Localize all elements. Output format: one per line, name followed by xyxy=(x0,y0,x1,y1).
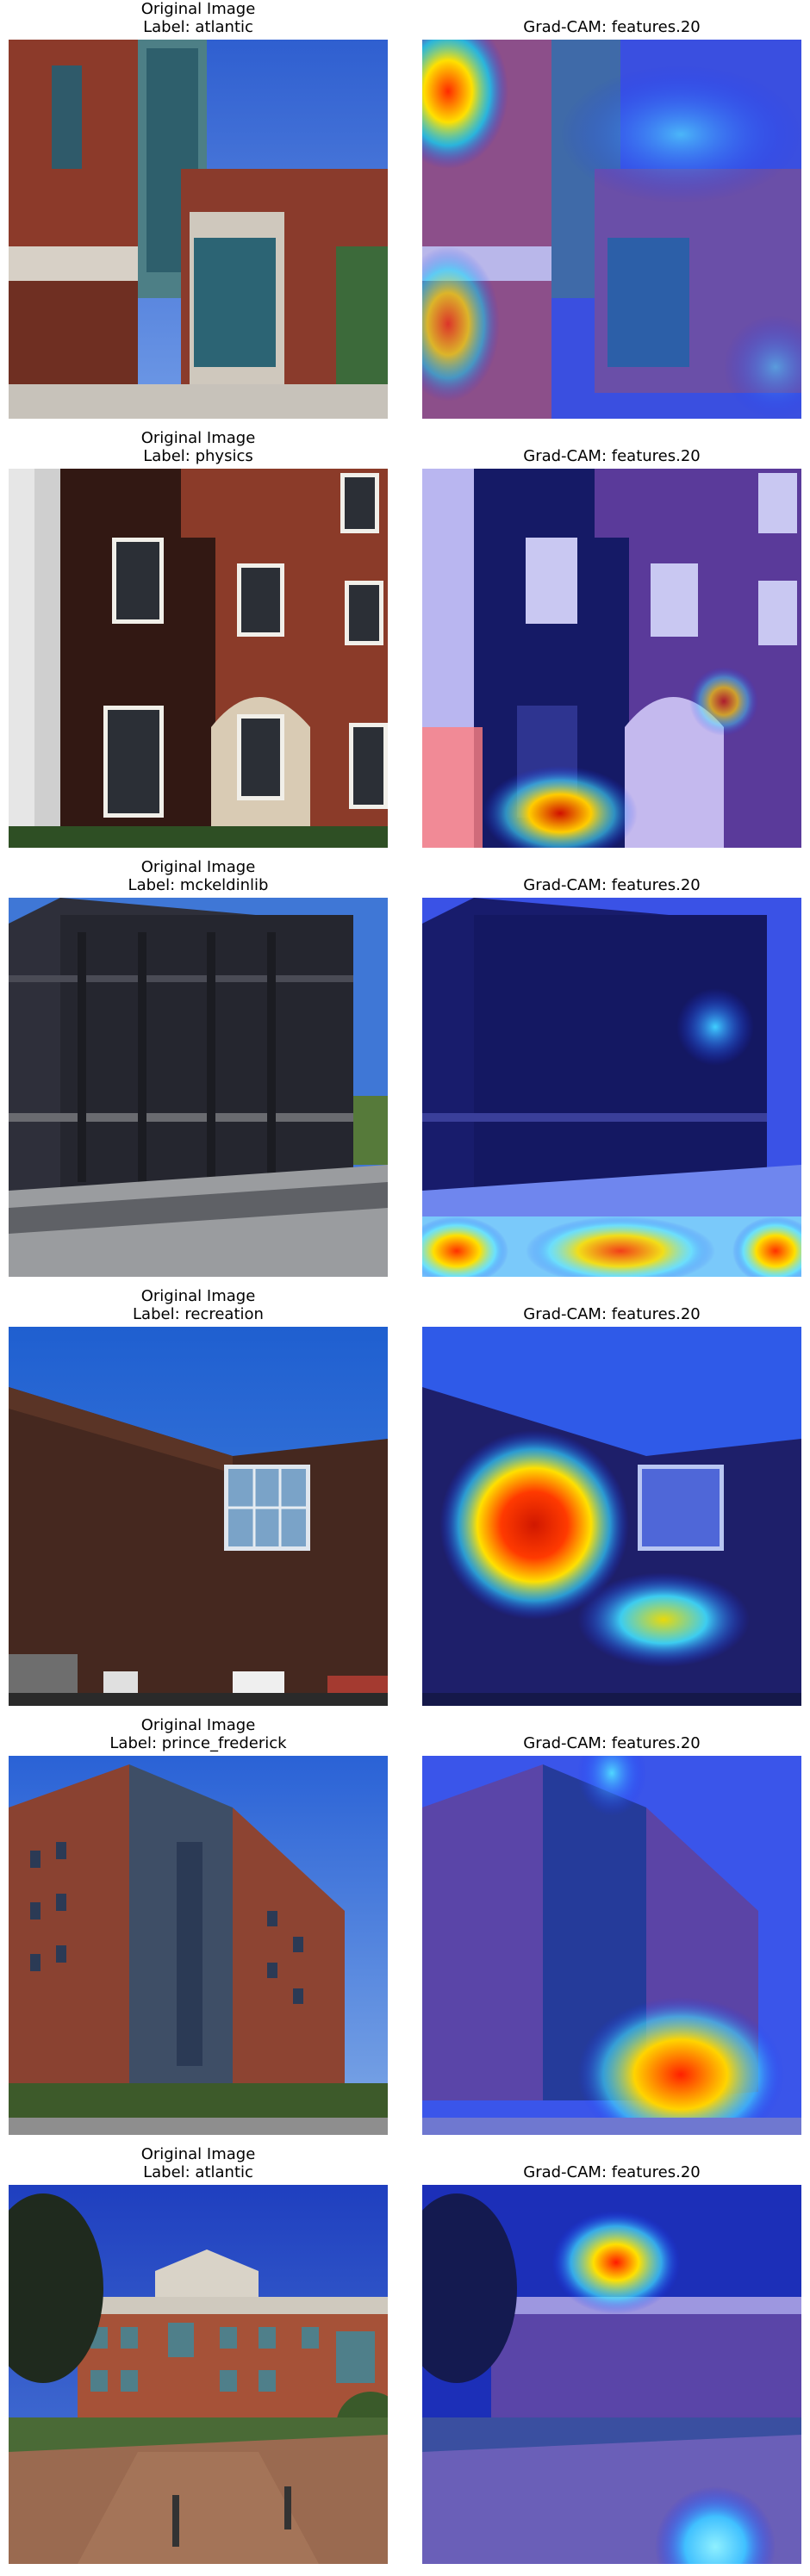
heatmap-overlay xyxy=(422,469,801,848)
figure-row-1: Original Image Label: atlantic Grad-CAM:… xyxy=(0,0,810,429)
original-image-5 xyxy=(9,1756,388,2135)
class-label: Label: recreation xyxy=(133,1305,264,1323)
figure-row-4: Original Image Label: recreation Grad-CA… xyxy=(0,1287,810,1716)
gradcam-heading: Grad-CAM: features.20 xyxy=(523,18,701,36)
photo-building-plaza xyxy=(9,2185,388,2564)
original-heading: Original Image xyxy=(140,1287,256,1305)
gradcam-heading: Grad-CAM: features.20 xyxy=(523,1734,701,1752)
figure-row-5: Original Image Label: prince_frederick G… xyxy=(0,1716,810,2145)
gradcam-heatmap-3 xyxy=(422,898,801,1277)
original-title-4: Original Image Label: recreation xyxy=(9,1287,388,1325)
gradcam-heading: Grad-CAM: features.20 xyxy=(523,1305,701,1323)
original-title-3: Original Image Label: mckeldinlib xyxy=(9,858,388,896)
original-image-1 xyxy=(9,40,388,419)
figure-row-3: Original Image Label: mckeldinlib Grad-C… xyxy=(0,858,810,1287)
gradcam-heatmap-6 xyxy=(422,2185,801,2564)
original-heading: Original Image xyxy=(140,0,256,18)
class-label: Label: mckeldinlib xyxy=(128,876,269,894)
gradcam-heading: Grad-CAM: features.20 xyxy=(523,447,701,465)
heatmap-overlay xyxy=(422,898,801,1277)
original-title-2: Original Image Label: physics xyxy=(9,429,388,467)
original-title-1: Original Image Label: atlantic xyxy=(9,0,388,38)
original-heading: Original Image xyxy=(140,858,256,876)
figure-row-6: Original Image Label: atlantic Grad-CAM:… xyxy=(0,2145,810,2574)
gradcam-heading: Grad-CAM: features.20 xyxy=(523,2163,701,2181)
photo-dark-building xyxy=(9,898,388,1277)
original-image-4 xyxy=(9,1327,388,1706)
gradcam-heatmap-5 xyxy=(422,1756,801,2135)
original-heading: Original Image xyxy=(140,2145,256,2163)
heatmap-overlay xyxy=(422,40,801,419)
photo-brick-wall-cars xyxy=(9,1327,388,1706)
original-title-6: Original Image Label: atlantic xyxy=(9,2145,388,2183)
photo-brick-building xyxy=(9,40,388,419)
original-image-3 xyxy=(9,898,388,1277)
class-label: Label: atlantic xyxy=(143,2163,253,2181)
gradcam-heading: Grad-CAM: features.20 xyxy=(523,876,701,894)
gradcam-figure: Original Image Label: atlantic Grad-CAM:… xyxy=(0,0,810,2576)
photo-tall-dormitory xyxy=(9,1756,388,2135)
heatmap-overlay xyxy=(422,1327,801,1706)
heatmap-overlay xyxy=(422,2185,801,2564)
gradcam-heatmap-4 xyxy=(422,1327,801,1706)
class-label: Label: physics xyxy=(143,447,253,465)
class-label: Label: prince_frederick xyxy=(109,1734,287,1752)
heatmap-overlay xyxy=(422,1756,801,2135)
original-title-5: Original Image Label: prince_frederick xyxy=(9,1716,388,1754)
original-image-6 xyxy=(9,2185,388,2564)
figure-row-2: Original Image Label: physics Grad-CAM: … xyxy=(0,429,810,858)
original-image-2 xyxy=(9,469,388,848)
original-heading: Original Image xyxy=(140,429,256,447)
class-label: Label: atlantic xyxy=(143,18,253,36)
gradcam-heatmap-2 xyxy=(422,469,801,848)
gradcam-heatmap-1 xyxy=(422,40,801,419)
original-heading: Original Image xyxy=(140,1716,256,1734)
photo-brick-wall xyxy=(9,469,388,848)
